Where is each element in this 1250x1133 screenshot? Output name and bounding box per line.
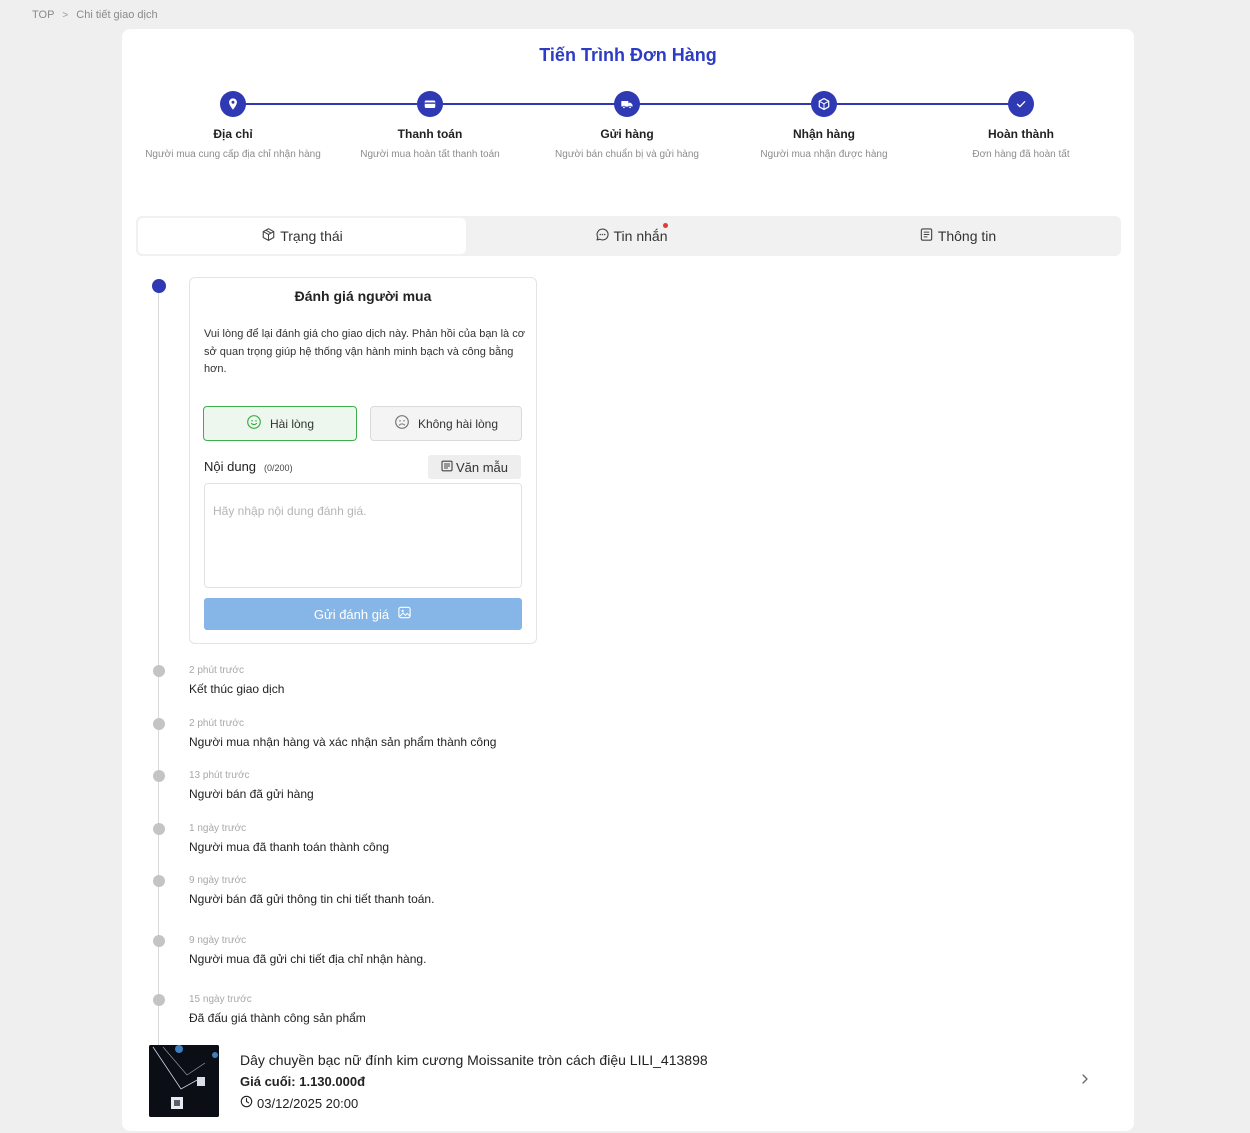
event-time: 1 ngày trước xyxy=(189,823,247,834)
unread-badge xyxy=(663,223,668,228)
step-desc: Người mua nhận được hàng xyxy=(760,149,888,160)
event-text: Đã đấu giá thành công sản phẩm xyxy=(189,1011,366,1025)
truck-icon xyxy=(614,91,640,117)
step-title: Địa chỉ xyxy=(213,127,253,141)
template-button[interactable]: Văn mẫu xyxy=(428,455,521,479)
tab-info-label: Thông tin xyxy=(937,228,997,244)
content-label: Nội dung (0/200) xyxy=(204,459,293,474)
card-icon xyxy=(417,91,443,117)
event-time: 2 phút trước xyxy=(189,665,244,676)
timeline-dot-active xyxy=(152,279,166,293)
step-title: Thanh toán xyxy=(397,127,463,141)
frown-icon xyxy=(394,414,410,433)
event-text: Kết thúc giao dịch xyxy=(189,682,285,696)
event-text: Người mua đã gửi chi tiết địa chỉ nhận h… xyxy=(189,952,427,966)
tab-messages[interactable]: Tin nhắn xyxy=(466,218,796,254)
smile-icon xyxy=(246,414,262,433)
event-text: Người bán đã gửi thông tin chi tiết than… xyxy=(189,892,435,906)
step-address: Địa chỉ Người mua cung cấp địa chỉ nhận … xyxy=(138,91,328,163)
map-pin-icon xyxy=(220,91,246,117)
step-desc: Người mua hoàn tất thanh toán xyxy=(360,149,500,160)
event-text: Người mua đã thanh toán thành công xyxy=(189,840,390,854)
tab-bar: Trạng thái Tin nhắn Thông tin xyxy=(136,216,1121,256)
timeline-dot xyxy=(153,665,165,677)
page-title: Tiến Trình Đơn Hàng xyxy=(539,45,717,65)
event-time: 15 ngày trước xyxy=(189,994,252,1005)
timeline-dot xyxy=(153,770,165,782)
breadcrumb: TOP > Chi tiết giao dịch xyxy=(32,9,158,21)
buyer-review-form: Đánh giá người mua Vui lòng để lại đánh … xyxy=(189,277,537,644)
product-thumbnail xyxy=(149,1045,219,1117)
timeline-dot xyxy=(153,935,165,947)
chat-icon xyxy=(595,227,610,245)
order-stepper: Địa chỉ Người mua cung cấp địa chỉ nhận … xyxy=(122,89,1134,219)
step-desc: Người mua cung cấp địa chỉ nhận hàng xyxy=(145,149,321,160)
product-summary[interactable]: Dây chuyền bạc nữ đính kim cương Moissan… xyxy=(149,1045,1094,1117)
event-text: Người bán đã gửi hàng xyxy=(189,787,314,801)
step-desc: Người bán chuẩn bị và gửi hàng xyxy=(555,149,699,160)
clock-icon xyxy=(240,1095,253,1111)
step-complete: Hoàn thành Đơn hàng đã hoàn tất xyxy=(926,91,1116,163)
unsatisfied-option[interactable]: Không hài lòng xyxy=(370,406,522,441)
timeline-dot xyxy=(153,994,165,1006)
timeline-dot xyxy=(153,875,165,887)
tab-info[interactable]: Thông tin xyxy=(796,218,1119,254)
order-progress-card: Tiến Trình Đơn Hàng Địa chỉ Người mua cu… xyxy=(122,29,1134,1131)
unsatisfied-label: Không hài lòng xyxy=(417,416,499,431)
step-shipping: Gửi hàng Người bán chuẩn bị và gửi hàng xyxy=(532,91,722,163)
product-date: 03/12/2025 20:00 xyxy=(240,1095,358,1111)
product-final-price: Giá cuối: 1.130.000đ xyxy=(240,1074,366,1089)
box-icon xyxy=(811,91,837,117)
check-icon xyxy=(1008,91,1034,117)
step-title: Nhận hàng xyxy=(793,127,855,141)
product-date-text: 03/12/2025 20:00 xyxy=(257,1095,359,1111)
chevron-right-icon[interactable] xyxy=(1078,1072,1092,1086)
step-receive: Nhận hàng Người mua nhận được hàng xyxy=(729,91,919,163)
tab-messages-label: Tin nhắn xyxy=(613,228,668,244)
event-time: 13 phút trước xyxy=(189,770,250,781)
review-content-input[interactable] xyxy=(204,483,522,588)
submit-review-label: Gửi đánh giá xyxy=(313,606,390,622)
document-icon xyxy=(919,227,934,245)
step-desc: Đơn hàng đã hoàn tất xyxy=(972,149,1070,160)
event-text: Người mua nhận hàng và xác nhận sản phẩm… xyxy=(189,735,497,749)
tab-status-label: Trạng thái xyxy=(280,228,343,244)
breadcrumb-home-link[interactable]: TOP xyxy=(32,9,54,21)
event-time: 9 ngày trước xyxy=(189,935,247,946)
review-title: Đánh giá người mua xyxy=(294,288,432,304)
event-time: 2 phút trước xyxy=(189,718,244,729)
satisfied-option[interactable]: Hài lòng xyxy=(203,406,357,441)
review-description: Vui lòng để lại đánh giá cho giao dịch n… xyxy=(204,328,525,375)
timeline-dot xyxy=(153,823,165,835)
step-title: Hoàn thành xyxy=(988,127,1054,141)
product-name: Dây chuyền bạc nữ đính kim cương Moissan… xyxy=(240,1052,708,1068)
step-title: Gửi hàng xyxy=(600,127,654,141)
breadcrumb-current: Chi tiết giao dịch xyxy=(76,9,158,21)
chevron-right-icon: > xyxy=(62,9,69,21)
content-label-text: Nội dung xyxy=(204,459,257,474)
content-char-count: (0/200) xyxy=(264,463,293,473)
image-icon xyxy=(397,605,412,623)
event-time: 9 ngày trước xyxy=(189,875,247,886)
submit-review-button[interactable]: Gửi đánh giá xyxy=(204,598,522,630)
package-icon xyxy=(261,227,276,245)
template-icon xyxy=(441,460,453,475)
satisfied-label: Hài lòng xyxy=(269,416,315,431)
step-payment: Thanh toán Người mua hoàn tất thanh toán xyxy=(335,91,525,163)
tab-status[interactable]: Trạng thái xyxy=(138,218,466,254)
timeline-dot xyxy=(153,718,165,730)
template-button-label: Văn mẫu xyxy=(455,459,509,475)
